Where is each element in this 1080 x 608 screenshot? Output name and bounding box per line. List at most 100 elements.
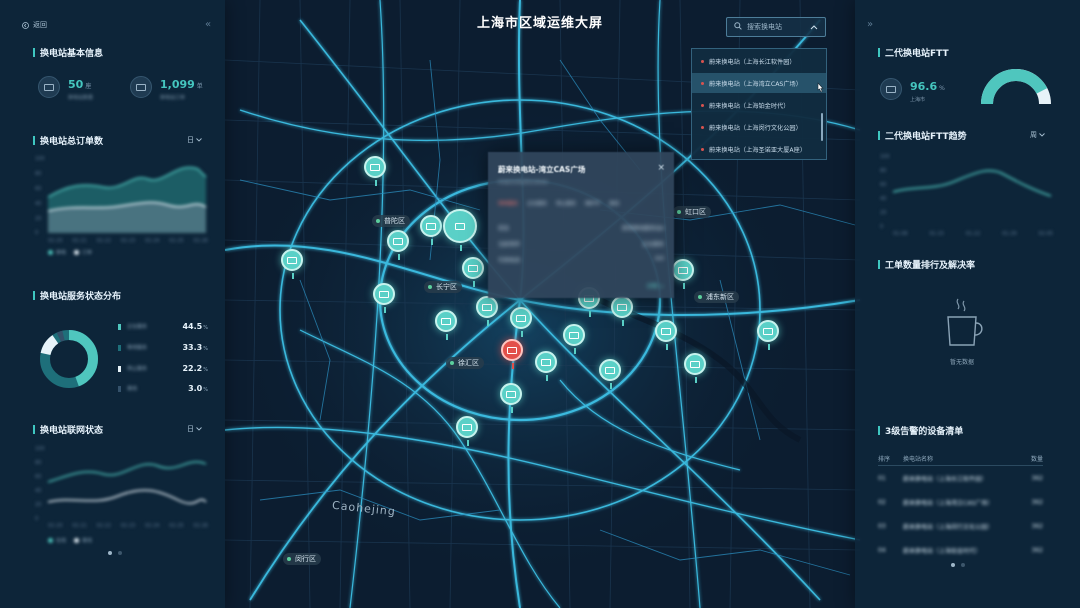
- search-dropdown[interactable]: 蔚来换电站（上海长江软件园） 蔚来换电站（上海湾立CAS广场） 蔚来换电站（上海…: [691, 48, 827, 160]
- chevron-up-icon[interactable]: [810, 23, 818, 32]
- dropdown-item[interactable]: 蔚来换电站（上海长江软件园）: [692, 51, 826, 71]
- status-row: 正在服务 44.5%: [118, 322, 208, 331]
- page-dot[interactable]: [108, 551, 112, 555]
- popup-tab[interactable]: 待命服务: [498, 200, 518, 207]
- x-axis: 02-20 02-21 02-22 02-23 02-24 02-25 02-2…: [48, 238, 208, 244]
- station-marker[interactable]: [510, 307, 532, 337]
- kpi-unit: %: [939, 85, 945, 92]
- dropdown-item[interactable]: 蔚来换电站（上海铂金时代）: [692, 95, 826, 115]
- period-select[interactable]: 日: [187, 135, 203, 145]
- station-marker[interactable]: [535, 351, 557, 381]
- period-select[interactable]: 日: [187, 424, 203, 434]
- y-tick: 80: [880, 168, 887, 174]
- status-pct: 3.0: [188, 384, 203, 393]
- x-tick: 02-25: [169, 238, 184, 244]
- page-dot[interactable]: [951, 563, 955, 567]
- station-marker[interactable]: [476, 296, 498, 326]
- popup-tab[interactable]: 停止服务: [556, 200, 576, 207]
- station-marker[interactable]: [684, 353, 706, 383]
- district-label[interactable]: 闵行区: [283, 553, 321, 565]
- district-label[interactable]: 普陀区: [372, 215, 410, 227]
- status-row: 停止服务 22.2%: [118, 364, 208, 373]
- y-tick: 40: [35, 201, 42, 207]
- status-row: 等待服务 33.3%: [118, 343, 208, 352]
- legend-label: 离线: [82, 538, 93, 544]
- battery-icon: [441, 317, 451, 325]
- legend-label: 在线: [56, 538, 67, 544]
- dropdown-item[interactable]: 蔚来换电站（上海闵行文化公园）: [692, 117, 826, 137]
- station-marker[interactable]: [443, 209, 477, 251]
- status-label: 停止服务: [127, 366, 148, 372]
- battery-icon: [468, 264, 478, 272]
- station-marker[interactable]: [611, 296, 633, 326]
- dropdown-item-label: 蔚来换电站（上海铂金时代）: [709, 102, 790, 110]
- station-marker[interactable]: [563, 324, 585, 354]
- x-tick: 02-25: [169, 523, 184, 529]
- x-tick: 01-08: [893, 231, 908, 237]
- section-title: 二代换电站FTT趋势: [878, 129, 967, 142]
- battery-icon: [455, 222, 465, 230]
- station-marker[interactable]: [281, 249, 303, 279]
- station-marker[interactable]: [387, 230, 409, 260]
- station-marker[interactable]: [420, 215, 442, 245]
- x-tick: 02-21: [72, 238, 87, 244]
- popup-detail-link[interactable]: 详情 >: [647, 282, 664, 290]
- collapse-left-icon[interactable]: «: [205, 19, 211, 30]
- dropdown-item[interactable]: 蔚来换电站（上海圣诺亚大厦A座）: [692, 139, 826, 159]
- table-row[interactable]: 03 蔚来换电站（上海闵行文化公园） 362: [878, 514, 1043, 538]
- station-marker[interactable]: [500, 383, 522, 413]
- station-marker-selected[interactable]: [501, 339, 523, 369]
- popup-row-value: 6/6: [655, 256, 664, 262]
- station-marker[interactable]: [672, 259, 694, 289]
- battery-icon: [426, 222, 436, 230]
- station-marker[interactable]: [364, 156, 386, 186]
- station-marker[interactable]: [435, 310, 457, 340]
- table-header-cell: 排序: [878, 456, 891, 463]
- district-label[interactable]: 徐汇区: [446, 357, 484, 369]
- kpi-station-count: 50 座 换电站数量: [38, 73, 93, 101]
- back-button[interactable]: 返回: [22, 20, 47, 30]
- station-marker[interactable]: [373, 283, 395, 313]
- count-cell: 362: [1031, 522, 1043, 530]
- page-title: 上海市区域运维大屏: [476, 16, 603, 31]
- station-popup: 蔚来换电站-湾立CAS广场 × PSNIOVIRDES19040 待命服务 正在…: [488, 152, 674, 298]
- station-marker[interactable]: [757, 320, 779, 350]
- status-pct: 22.2: [182, 364, 203, 373]
- station-icon: [880, 78, 902, 100]
- page-dot[interactable]: [961, 563, 965, 567]
- x-tick: 02-20: [48, 238, 63, 244]
- popup-tab[interactable]: 正在服务: [527, 200, 547, 207]
- y-tick: 100: [35, 156, 45, 162]
- popup-tab[interactable]: 离线: [609, 200, 619, 207]
- status-row: 离线 3.0%: [118, 384, 208, 393]
- station-marker[interactable]: [599, 359, 621, 389]
- dropdown-scrollbar[interactable]: [821, 113, 823, 141]
- orders-area-chart: [48, 166, 207, 233]
- status-label: 正在服务: [127, 324, 148, 330]
- district-label[interactable]: 长宁区: [424, 281, 462, 293]
- station-marker[interactable]: [655, 320, 677, 350]
- station-marker[interactable]: [462, 257, 484, 287]
- collapse-right-icon[interactable]: »: [867, 19, 873, 30]
- search-input[interactable]: 搜索换电站: [747, 22, 782, 32]
- table-row[interactable]: 01 蔚来换电站（上海长江软件园） 362: [878, 466, 1043, 490]
- chevron-down-icon: [1039, 133, 1046, 137]
- period-select[interactable]: 周: [1030, 130, 1046, 140]
- district-label[interactable]: 虹口区: [673, 206, 711, 218]
- period-select-value: 日: [187, 136, 194, 144]
- y-tick: 80: [35, 171, 42, 177]
- station-search[interactable]: 搜索换电站: [726, 17, 826, 37]
- table-row[interactable]: 04 蔚来换电站（上海铂金时代） 362: [878, 538, 1043, 562]
- pagination-dots[interactable]: [951, 563, 965, 567]
- pagination-dots[interactable]: [108, 551, 122, 555]
- dropdown-item-active[interactable]: 蔚来换电站（上海湾立CAS广场）: [692, 73, 826, 93]
- station-marker[interactable]: [456, 416, 478, 446]
- table-row[interactable]: 02 蔚来换电站（上海湾立CAS广场） 362: [878, 490, 1043, 514]
- district-label[interactable]: 浦东新区: [694, 291, 739, 303]
- chevron-down-icon: [196, 427, 203, 431]
- pct-unit: %: [203, 325, 208, 331]
- page-dot[interactable]: [118, 551, 122, 555]
- status-dot: [701, 81, 704, 85]
- close-icon[interactable]: ×: [657, 163, 665, 173]
- popup-tab[interactable]: 维护中: [585, 200, 600, 207]
